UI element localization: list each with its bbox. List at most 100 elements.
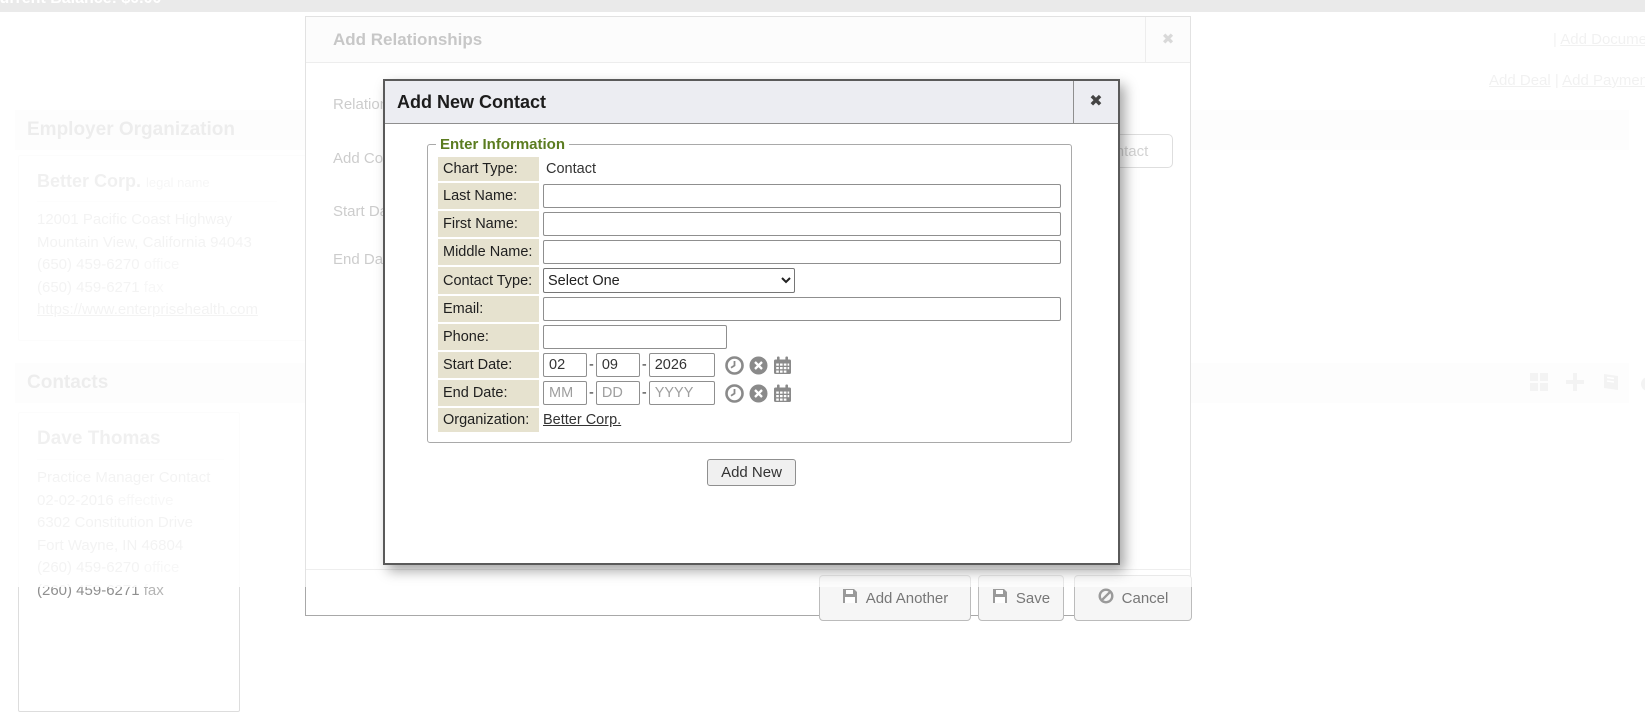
table-row: Chart Type: Contact <box>438 157 1061 181</box>
top-balance-bar: Current Balance: $0.00 <box>0 0 1645 12</box>
address-book-icon[interactable] <box>1600 371 1622 393</box>
add-new-contact-title: Add New Contact <box>385 81 1118 123</box>
email-field[interactable] <box>543 297 1061 321</box>
contact-type-select[interactable]: Select One <box>543 268 795 293</box>
date-separator: - <box>642 385 647 401</box>
quick-links-row-2: Add Deal | Add Payment <box>1489 72 1645 89</box>
middle-name-field[interactable] <box>543 240 1061 264</box>
clock-icon[interactable] <box>724 383 745 404</box>
last-name-field[interactable] <box>543 184 1061 208</box>
phone-note: office <box>144 256 180 273</box>
add-contact-plus-icon[interactable] <box>1564 371 1586 393</box>
divider <box>37 459 224 460</box>
date-separator: - <box>642 357 647 373</box>
date-note: effective <box>118 492 174 509</box>
organization-label: Organization: <box>438 408 539 432</box>
start-date-month-field[interactable] <box>543 353 587 377</box>
clock-icon[interactable] <box>724 355 745 376</box>
quick-links-row-1: | Add Document <box>1553 31 1645 48</box>
first-name-label: First Name: <box>438 211 539 237</box>
employer-website-link[interactable]: https://www.enterprisehealth.com <box>37 301 258 318</box>
table-row: End Date: -- <box>438 380 1061 406</box>
contact-effective-date: 02-02-2016 <box>37 492 114 509</box>
table-row: Start Date: -- <box>438 352 1061 378</box>
chart-type-value: Contact <box>543 161 596 177</box>
add-new-button[interactable]: Add New <box>707 459 796 486</box>
fax-note: fax <box>144 279 164 296</box>
phone-field[interactable] <box>543 325 727 349</box>
first-name-field[interactable] <box>543 212 1061 236</box>
contact-phone: (260) 459-6270 <box>37 559 140 576</box>
contact-type-label: Contact Type: <box>438 267 539 294</box>
contact-phone-row: (260) 459-6270 office <box>19 557 239 580</box>
add-deal-link[interactable]: Add Deal <box>1489 72 1551 89</box>
calendar-icon[interactable] <box>772 383 793 404</box>
employer-name: Better Corp. <box>37 171 141 191</box>
clear-date-icon[interactable] <box>748 383 769 404</box>
divider <box>37 201 277 202</box>
clear-date-icon[interactable] <box>748 355 769 376</box>
start-date-year-field[interactable] <box>649 353 715 377</box>
start-date-row: -- <box>543 353 1061 377</box>
end-date-day-field[interactable] <box>596 381 640 405</box>
contact-address-line1: 6302 Constitution Drive <box>19 512 239 535</box>
organization-link[interactable]: Better Corp. <box>543 412 621 428</box>
email-label: Email: <box>438 296 539 322</box>
partial-edge-icon[interactable] <box>1637 371 1645 393</box>
table-row: Middle Name: <box>438 239 1061 265</box>
enter-information-fieldset: Enter Information Chart Type: Contact La… <box>427 136 1072 443</box>
chart-type-label: Chart Type: <box>438 157 539 181</box>
add-another-button[interactable]: Add Another <box>819 575 971 621</box>
end-date-label: End Date: <box>438 380 539 406</box>
cancel-button[interactable]: Cancel <box>1074 575 1192 621</box>
contact-card: Dave Thomas Practice Manager Contact 02-… <box>18 412 240 712</box>
contact-form-table: Chart Type: Contact Last Name: First Nam… <box>436 155 1063 434</box>
link-separator: | <box>1551 72 1562 89</box>
close-icon[interactable]: ✖ <box>1073 81 1118 123</box>
employer-fax: (650) 459-6271 <box>37 279 140 296</box>
table-row: Phone: <box>438 324 1061 350</box>
date-separator: - <box>589 385 594 401</box>
fax-note: fax <box>144 582 164 599</box>
contact-fax: (260) 459-6271 <box>37 582 140 599</box>
end-date-month-field[interactable] <box>543 381 587 405</box>
end-date-year-field[interactable] <box>649 381 715 405</box>
add-relationships-title: Add Relationships <box>306 17 1190 62</box>
employer-phone: (650) 459-6270 <box>37 256 140 273</box>
save-icon <box>992 588 1008 608</box>
table-row: Last Name: <box>438 183 1061 209</box>
start-date-label: Start Date: <box>438 352 539 378</box>
date-separator: - <box>589 357 594 373</box>
add-relationships-header: Add Relationships ✖ <box>306 17 1190 63</box>
table-row: Contact Type: Select One <box>438 267 1061 294</box>
calendar-icon[interactable] <box>772 355 793 376</box>
cancel-label: Cancel <box>1122 590 1169 607</box>
end-date-row: -- <box>543 381 1061 405</box>
add-payment-link[interactable]: Add Payment <box>1562 72 1645 89</box>
add-new-contact-modal: Add New Contact ✖ Enter Information Char… <box>383 79 1120 565</box>
contact-date-row: 02-02-2016 effective <box>19 490 239 513</box>
phone-note: office <box>144 559 180 576</box>
save-button[interactable]: Save <box>978 575 1064 621</box>
last-name-label: Last Name: <box>438 183 539 209</box>
close-icon[interactable]: ✖ <box>1145 17 1190 62</box>
contact-name[interactable]: Dave Thomas <box>19 413 239 450</box>
table-row: First Name: <box>438 211 1061 237</box>
employer-name-note: legal name <box>146 175 210 190</box>
middle-name-label: Middle Name: <box>438 239 539 265</box>
add-another-label: Add Another <box>866 590 949 607</box>
add-new-contact-header: Add New Contact ✖ <box>385 81 1118 124</box>
enter-information-legend: Enter Information <box>436 136 569 153</box>
table-row: Email: <box>438 296 1061 322</box>
contact-role: Practice Manager Contact <box>19 467 239 490</box>
start-date-day-field[interactable] <box>596 353 640 377</box>
contact-fax-row: (260) 459-6271 fax <box>19 580 239 603</box>
phone-label: Phone: <box>438 324 539 350</box>
cancel-icon <box>1098 588 1114 608</box>
grid-view-icon[interactable] <box>1528 371 1550 393</box>
add-relationships-footer: Add Another Save Cancel <box>306 569 1190 630</box>
save-icon <box>842 588 858 608</box>
current-balance-text: Current Balance: $0.00 <box>0 0 161 12</box>
add-document-link[interactable]: Add Document <box>1560 31 1645 48</box>
save-label: Save <box>1016 590 1050 607</box>
